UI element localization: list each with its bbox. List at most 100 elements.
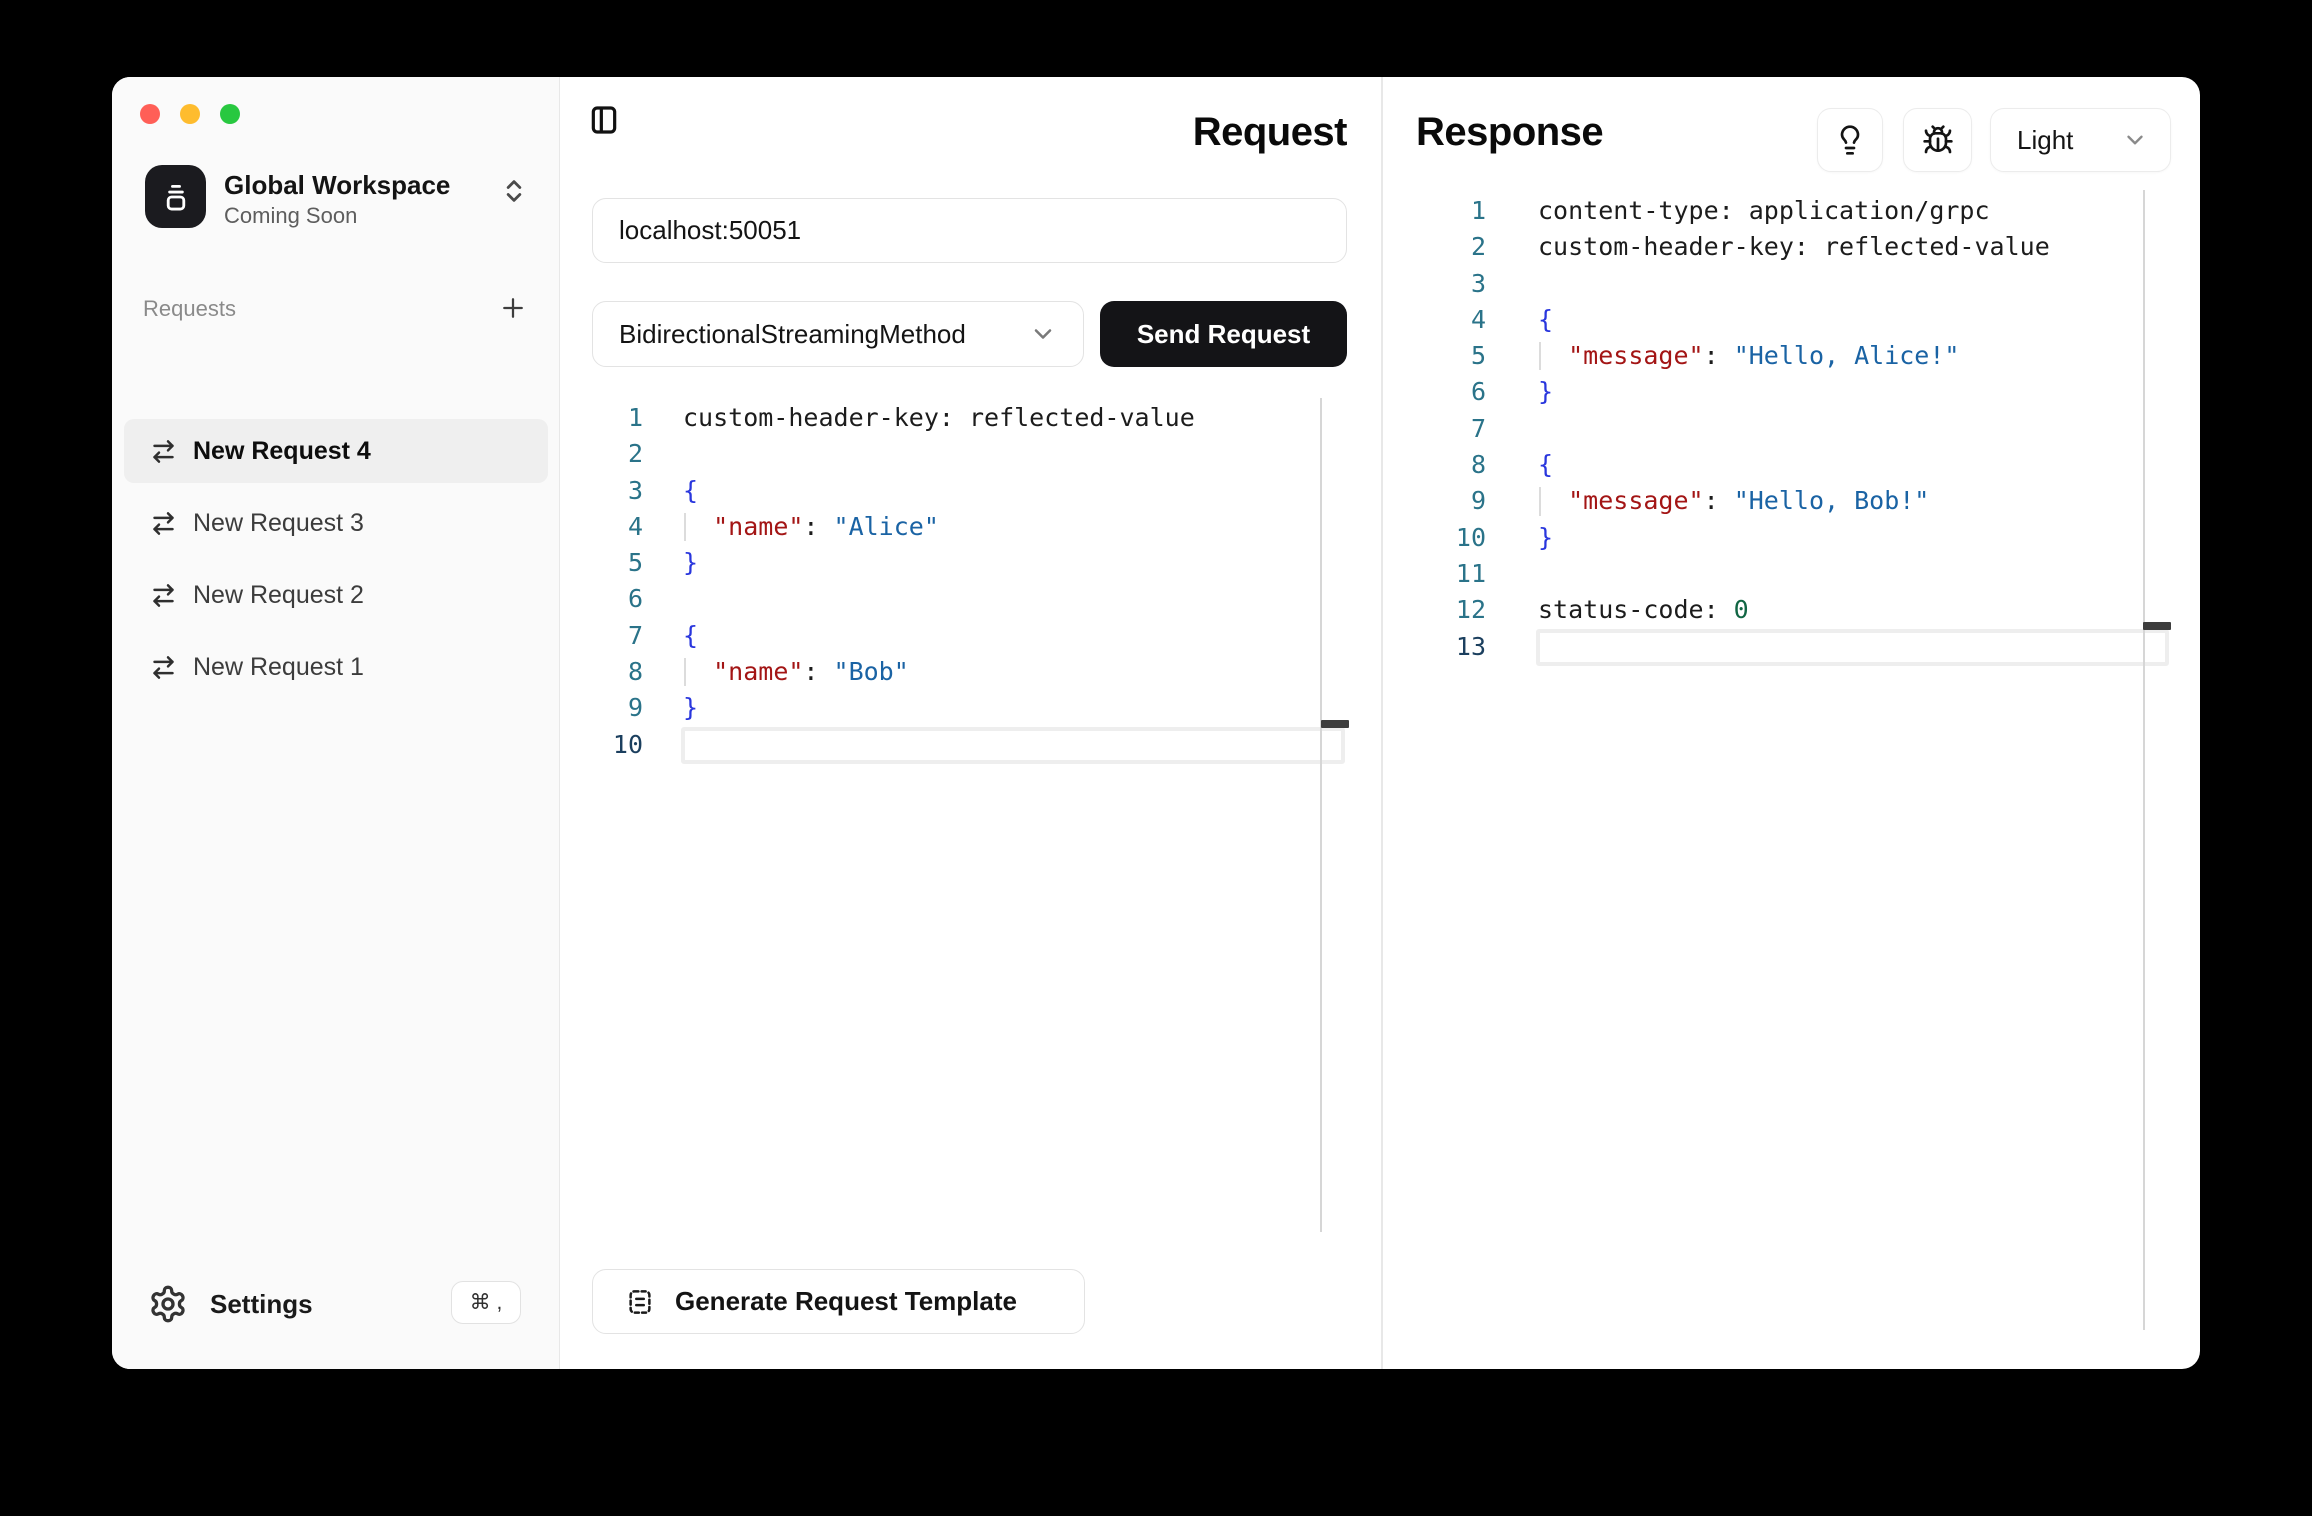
settings-label: Settings xyxy=(210,1289,313,1320)
sidebar-item-label: New Request 3 xyxy=(193,509,364,538)
line-number: 13 xyxy=(1416,629,1486,665)
sidebar-item-new-request-1[interactable]: New Request 1 xyxy=(124,635,548,699)
method-select[interactable]: BidirectionalStreamingMethod xyxy=(592,301,1084,367)
line-number: 10 xyxy=(592,727,643,763)
generate-request-template-button[interactable]: Generate Request Template xyxy=(592,1269,1085,1334)
line-number: 11 xyxy=(1416,556,1486,592)
line-number: 10 xyxy=(1416,520,1486,556)
line-number: 4 xyxy=(592,509,643,545)
lightbulb-icon xyxy=(1834,124,1866,156)
line-number: 6 xyxy=(1416,374,1486,410)
scrollbar-track xyxy=(1320,398,1322,1232)
line-number: 7 xyxy=(592,618,643,654)
arrows-right-left-icon xyxy=(150,510,177,537)
window-zoom-button[interactable] xyxy=(220,104,240,124)
code-line xyxy=(683,436,1195,472)
scrollbar-track xyxy=(2143,190,2145,1330)
line-number-gutter: 12345678910111213 xyxy=(1416,193,1538,665)
request-panel-title: Request xyxy=(947,110,1347,155)
code-line xyxy=(683,581,1195,617)
workspace-title: Global Workspace xyxy=(224,170,450,201)
code-line xyxy=(1538,556,2050,592)
sidebar-item-new-request-3[interactable]: New Request 3 xyxy=(124,491,548,555)
code-line: custom-header-key: reflected-value xyxy=(1538,229,2050,265)
chevrons-up-down-icon xyxy=(500,177,528,205)
theme-select[interactable]: Light xyxy=(1990,108,2171,172)
code-line: } xyxy=(683,690,1195,726)
arrows-right-left-icon xyxy=(150,438,177,465)
line-number: 1 xyxy=(592,400,643,436)
sidebar-item-label: New Request 2 xyxy=(193,581,364,610)
archive-icon xyxy=(159,180,193,214)
line-number: 3 xyxy=(592,473,643,509)
method-select-value: BidirectionalStreamingMethod xyxy=(619,319,966,350)
hint-button[interactable] xyxy=(1817,108,1883,172)
panel-left-icon xyxy=(588,103,620,137)
code-line: } xyxy=(1538,374,2050,410)
code-line: custom-header-key: reflected-value xyxy=(683,400,1195,436)
code-line: "name": "Alice" xyxy=(683,509,1195,545)
code-line: "name": "Bob" xyxy=(683,654,1195,690)
arrows-right-left-icon xyxy=(150,654,177,681)
workspace-switcher[interactable] xyxy=(500,177,528,205)
template-icon xyxy=(625,1287,655,1317)
gear-icon xyxy=(148,1284,188,1324)
line-number-gutter: 12345678910 xyxy=(592,400,683,763)
plus-icon xyxy=(498,293,528,323)
scrollbar-thumb[interactable] xyxy=(2143,622,2171,630)
line-number: 8 xyxy=(592,654,643,690)
sidebar-item-label: New Request 4 xyxy=(193,437,371,466)
line-number: 8 xyxy=(1416,447,1486,483)
line-number: 5 xyxy=(1416,338,1486,374)
code-line: "message": "Hello, Bob!" xyxy=(1538,483,2050,519)
workspace-subtitle: Coming Soon xyxy=(224,203,357,229)
theme-select-value: Light xyxy=(2017,125,2073,156)
window-minimize-button[interactable] xyxy=(180,104,200,124)
line-number: 2 xyxy=(1416,229,1486,265)
code-line: { xyxy=(683,618,1195,654)
line-number: 6 xyxy=(592,581,643,617)
response-panel-title: Response xyxy=(1416,110,1603,155)
line-number: 3 xyxy=(1416,266,1486,302)
window-close-button[interactable] xyxy=(140,104,160,124)
line-number: 4 xyxy=(1416,302,1486,338)
sidebar-toggle-button[interactable] xyxy=(588,102,622,138)
debug-button[interactable] xyxy=(1903,108,1972,172)
line-number: 5 xyxy=(592,545,643,581)
bug-icon xyxy=(1922,124,1954,156)
code-line: content-type: application/grpc xyxy=(1538,193,2050,229)
sidebar-item-new-request-4[interactable]: New Request 4 xyxy=(124,419,548,483)
code-line: status-code: 0 xyxy=(1538,592,2050,628)
arrows-right-left-icon xyxy=(150,582,177,609)
sidebar-item-new-request-2[interactable]: New Request 2 xyxy=(124,563,548,627)
request-body-code[interactable]: custom-header-key: reflected-value { "na… xyxy=(683,400,1195,763)
requests-section-header: Requests xyxy=(143,296,236,322)
code-line: { xyxy=(1538,447,2050,483)
line-number: 1 xyxy=(1416,193,1486,229)
sidebar: Global Workspace Coming Soon Requests Ne… xyxy=(112,77,560,1369)
chevron-down-icon xyxy=(1029,320,1057,348)
chevron-down-icon xyxy=(2122,127,2148,153)
workspace-icon[interactable] xyxy=(145,165,206,228)
line-number: 7 xyxy=(1416,411,1486,447)
line-number: 9 xyxy=(1416,483,1486,519)
code-line xyxy=(1538,411,2050,447)
app-window: Global Workspace Coming Soon Requests Ne… xyxy=(112,77,2200,1369)
line-number: 2 xyxy=(592,436,643,472)
code-line: { xyxy=(683,473,1195,509)
code-line: { xyxy=(1538,302,2050,338)
code-line: "message": "Hello, Alice!" xyxy=(1538,338,2050,374)
panel-divider xyxy=(1381,77,1383,1369)
server-url-input[interactable]: localhost:50051 xyxy=(592,198,1347,263)
code-line xyxy=(1538,266,2050,302)
code-line xyxy=(683,727,1195,763)
server-url-value: localhost:50051 xyxy=(619,215,801,246)
scrollbar-thumb[interactable] xyxy=(1321,720,1349,728)
line-number: 9 xyxy=(592,690,643,726)
settings-shortcut-badge: ⌘ , xyxy=(451,1281,521,1324)
response-body-code: content-type: application/grpccustom-hea… xyxy=(1538,193,2050,665)
send-request-button[interactable]: Send Request xyxy=(1100,301,1347,367)
line-number: 12 xyxy=(1416,592,1486,628)
code-line xyxy=(1538,629,2050,665)
add-request-button[interactable] xyxy=(496,291,530,325)
